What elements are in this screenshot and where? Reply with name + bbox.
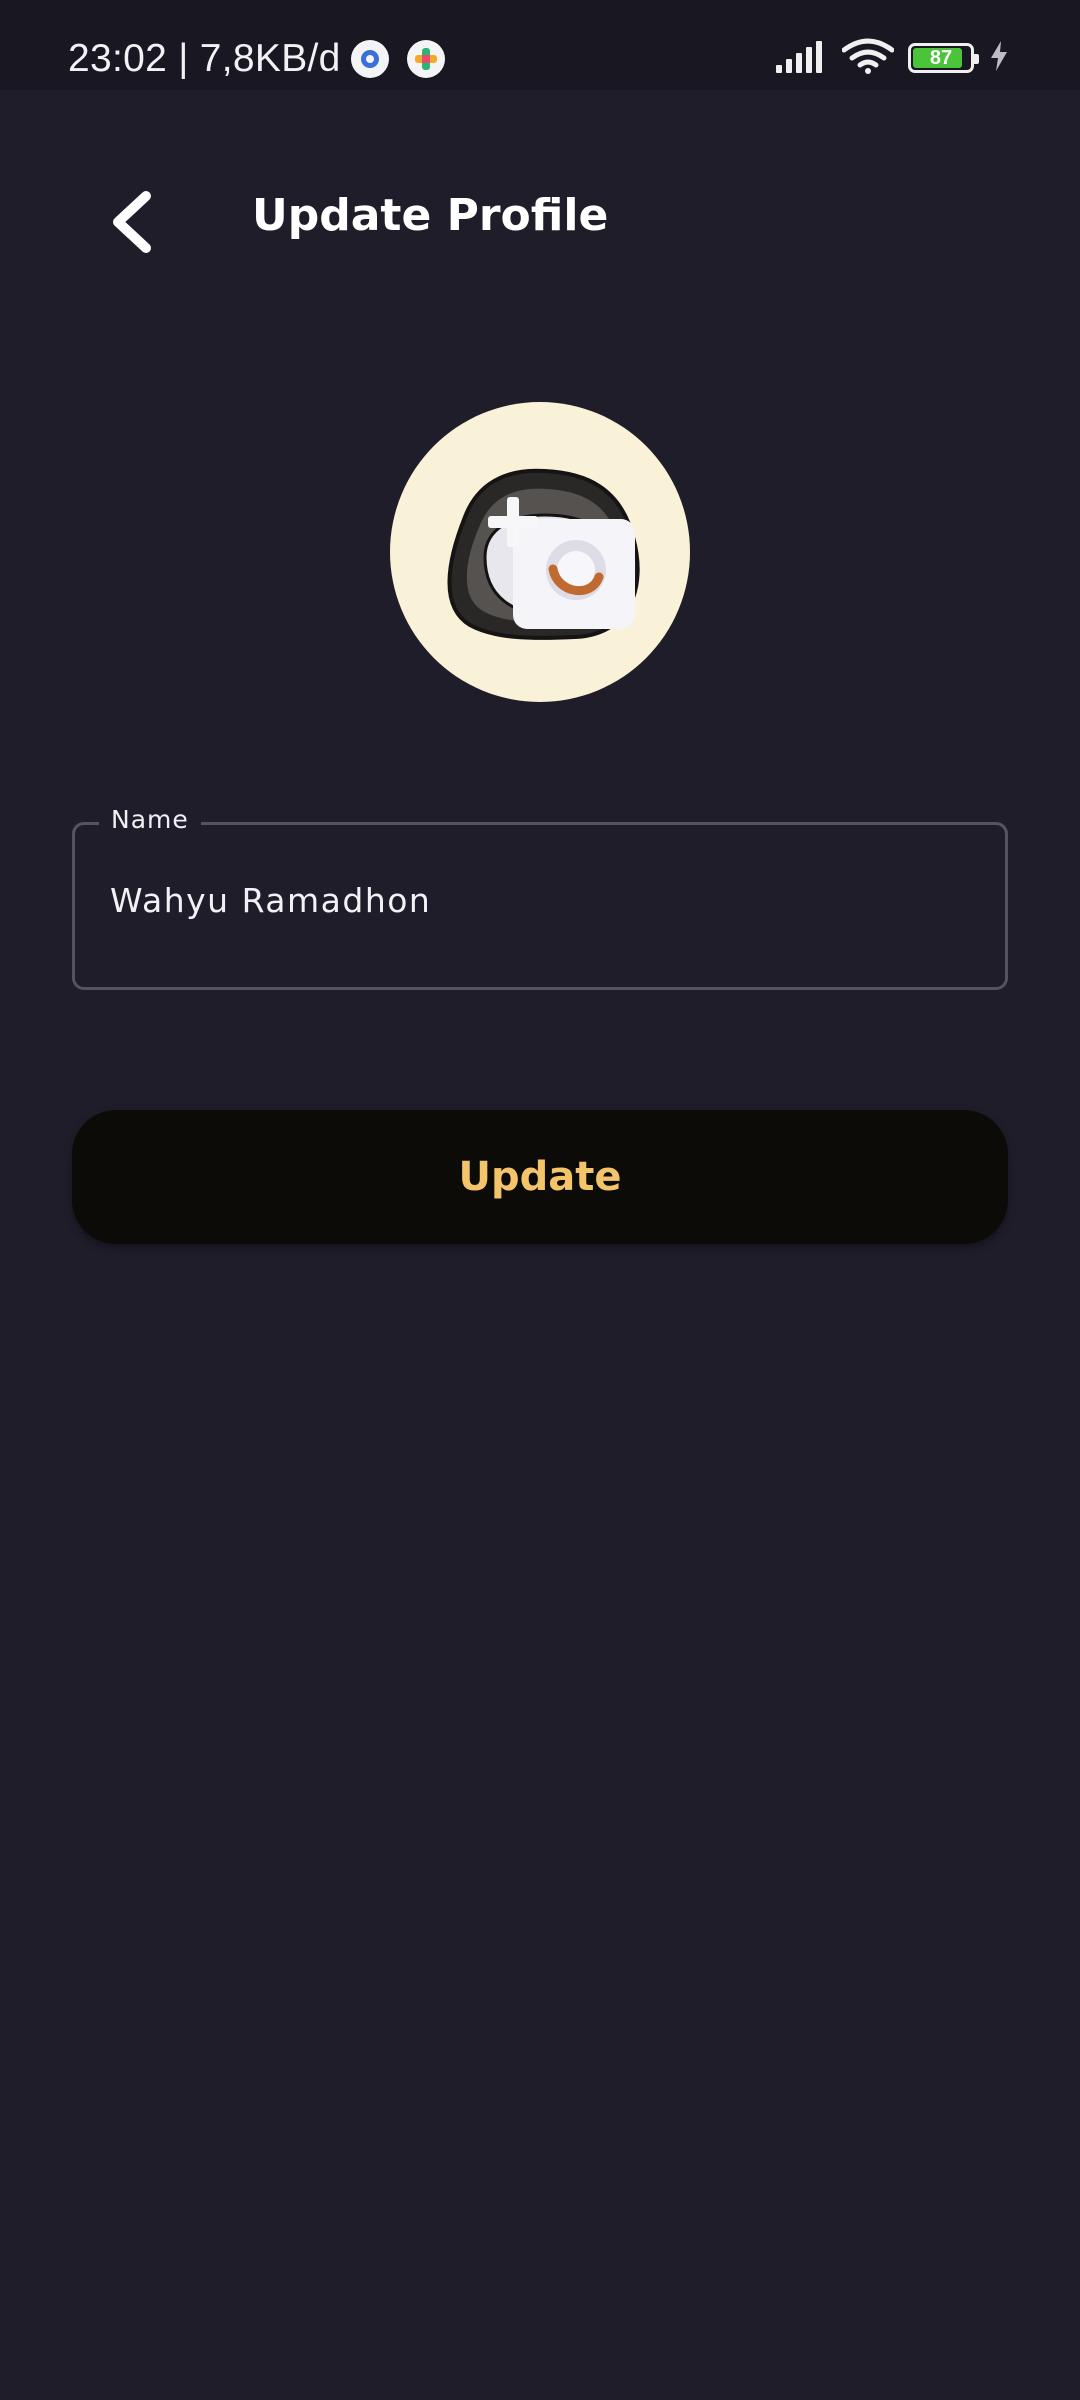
charging-icon <box>988 40 1010 76</box>
status-left: 23:02 | 7,8KB/d <box>68 0 445 118</box>
battery-icon: 87 <box>908 43 979 73</box>
status-time-network: 23:02 | 7,8KB/d <box>68 37 341 80</box>
battery-level: 87 <box>929 46 953 69</box>
name-field[interactable]: Name Wahyu Ramadhon <box>72 805 1008 990</box>
status-right: 87 <box>774 38 1010 78</box>
settings-app-icon <box>350 40 389 78</box>
avatar-picker[interactable] <box>390 402 690 702</box>
signal-icon <box>774 39 828 77</box>
name-field-label: Name <box>99 805 201 834</box>
game-app-icon <box>406 40 445 78</box>
chevron-left-icon <box>113 191 151 253</box>
update-button-label: Update <box>458 1154 622 1200</box>
page-title: Update Profile <box>252 190 609 241</box>
back-button[interactable] <box>96 182 166 262</box>
battery-cap <box>974 54 979 64</box>
update-button[interactable]: Update <box>72 1110 1008 1244</box>
add-photo-camera-icon <box>447 468 640 640</box>
name-input-value[interactable]: Wahyu Ramadhon <box>110 881 431 920</box>
status-bar: 23:02 | 7,8KB/d 87 <box>0 0 1080 90</box>
wifi-icon <box>841 38 895 78</box>
